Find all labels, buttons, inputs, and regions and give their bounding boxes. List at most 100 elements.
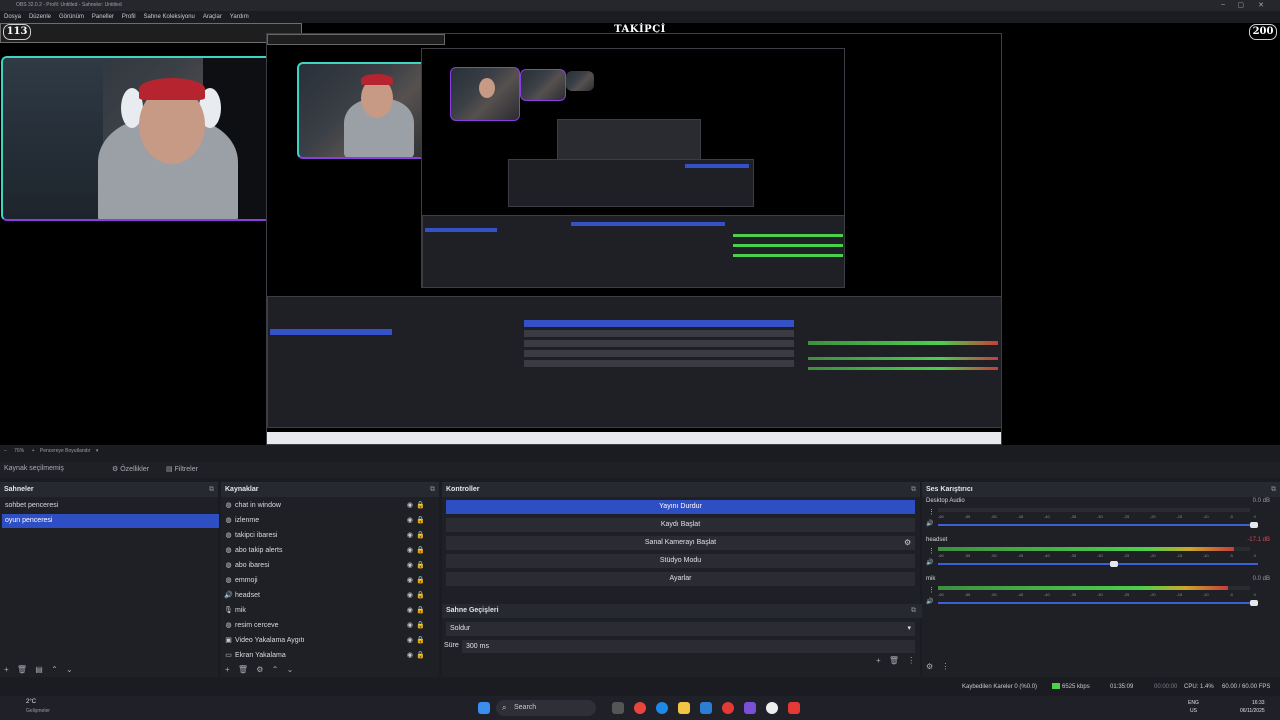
trash-icon[interactable]: 🗑 [238, 665, 248, 674]
lock-icon[interactable]: 🔒 [416, 589, 425, 603]
volume-slider[interactable] [938, 522, 1258, 528]
eye-icon[interactable]: ◉ [407, 589, 413, 603]
source-item[interactable]: ◍ chat in window ◉ 🔒 [223, 499, 437, 513]
scene-item[interactable]: sohbet penceresi [2, 499, 219, 513]
source-item[interactable]: ◍ resim cerceve ◉ 🔒 [223, 619, 437, 633]
gear-icon[interactable]: ⚙ [256, 665, 263, 674]
undock-icon[interactable]: ⧉ [209, 483, 214, 497]
lock-icon[interactable]: 🔒 [416, 514, 425, 528]
studio-mode-button[interactable]: Stüdyo Modu [446, 554, 915, 568]
eye-icon[interactable]: ◉ [407, 649, 413, 663]
zoom-in-icon[interactable]: + [32, 448, 35, 454]
mute-icon[interactable]: 🔊 [926, 559, 933, 566]
lock-icon[interactable]: 🔒 [416, 604, 425, 618]
scene-item-active[interactable]: oyun penceresi [2, 514, 219, 528]
filters-button[interactable]: ▤ Filtreler [166, 465, 198, 473]
arrow-down-icon[interactable]: ⌄ [287, 665, 294, 674]
source-item[interactable]: ◍ takipci ibaresi ◉ 🔒 [223, 529, 437, 543]
menu-edit[interactable]: Düzenle [29, 11, 51, 23]
source-item[interactable]: ◍ abo takip alerts ◉ 🔒 [223, 544, 437, 558]
chrome-icon[interactable] [634, 702, 646, 714]
channel-menu-icon[interactable]: ⋮ [928, 508, 935, 516]
start-icon[interactable] [478, 702, 490, 714]
source-item[interactable]: ▣ Video Yakalama Aygıtı ◉ 🔒 [223, 634, 437, 648]
add-icon[interactable]: + [4, 665, 9, 674]
lock-icon[interactable]: 🔒 [416, 529, 425, 543]
arrow-up-icon[interactable]: ⌃ [272, 665, 279, 674]
chevron-down-icon[interactable]: ▾ [96, 448, 99, 454]
lock-icon[interactable]: 🔒 [416, 649, 425, 663]
lock-icon[interactable]: 🔒 [416, 544, 425, 558]
menu-file[interactable]: Dosya [4, 11, 21, 23]
volume-slider-knob[interactable] [1250, 600, 1258, 606]
arrow-up-icon[interactable]: ⌃ [51, 665, 58, 674]
properties-button[interactable]: ⚙ Özellikler [112, 465, 149, 473]
lock-icon[interactable]: 🔒 [416, 499, 425, 513]
volume-slider-knob[interactable] [1250, 522, 1258, 528]
duration-input[interactable]: 300 ms [462, 640, 915, 653]
opera-icon[interactable] [722, 702, 734, 714]
undock-icon[interactable]: ⧉ [430, 483, 435, 497]
filter-icon[interactable]: ▤ [35, 665, 43, 674]
undock-icon[interactable]: ⧉ [1271, 483, 1276, 497]
lock-icon[interactable]: 🔒 [416, 634, 425, 648]
source-item[interactable]: 🎙 mik ◉ 🔒 [223, 604, 437, 618]
mixer-settings-icon[interactable]: ⚙ [926, 662, 933, 671]
volume-slider[interactable] [938, 561, 1258, 567]
task-view-icon[interactable] [612, 702, 624, 714]
mute-icon[interactable]: 🔊 [926, 520, 933, 527]
eye-icon[interactable]: ◉ [407, 574, 413, 588]
trash-icon[interactable]: 🗑 [889, 656, 899, 665]
language[interactable]: ENG [1188, 700, 1199, 706]
channel-menu-icon[interactable]: ⋮ [928, 547, 935, 555]
minimize-icon[interactable]: – [1221, 1, 1225, 8]
source-item[interactable]: ▭ Ekran Yakalama ◉ 🔒 [223, 649, 437, 663]
zoom-out-icon[interactable]: – [4, 448, 7, 454]
source-item[interactable]: ◍ abo ibaresi ◉ 🔒 [223, 559, 437, 573]
start-virtual-camera-button[interactable]: Sanal Kamerayı Başlat [446, 536, 915, 550]
more-icon[interactable]: ⋮ [941, 662, 949, 671]
volume-slider-knob[interactable] [1109, 561, 1118, 567]
channel-menu-icon[interactable]: ⋮ [928, 586, 935, 594]
menu-view[interactable]: Görünüm [59, 11, 84, 23]
menu-profile[interactable]: Profil [122, 11, 136, 23]
eye-icon[interactable]: ◉ [407, 634, 413, 648]
search-box[interactable]: ⌕ Search [496, 700, 596, 716]
lock-icon[interactable]: 🔒 [416, 619, 425, 633]
start-recording-button[interactable]: Kaydı Başlat [446, 518, 915, 532]
mute-icon[interactable]: 🔊 [926, 598, 933, 605]
stop-streaming-button[interactable]: Yayını Durdur [446, 500, 915, 514]
menu-help[interactable]: Yardım [230, 11, 249, 23]
obs-icon[interactable] [766, 702, 778, 714]
lock-icon[interactable]: 🔒 [416, 574, 425, 588]
add-icon[interactable]: + [225, 665, 230, 674]
eye-icon[interactable]: ◉ [407, 544, 413, 558]
scale-mode[interactable]: Pencereye Boyutlandır [40, 448, 91, 454]
maximize-icon[interactable]: ▢ [1237, 1, 1244, 9]
undock-icon[interactable]: ⧉ [911, 604, 916, 618]
close-icon[interactable]: ✕ [1258, 1, 1264, 9]
source-item[interactable]: ◍ izlenme ◉ 🔒 [223, 514, 437, 528]
clock-time[interactable]: 16:33 [1252, 700, 1265, 706]
menu-docks[interactable]: Paneller [92, 11, 114, 23]
eye-icon[interactable]: ◉ [407, 559, 413, 573]
source-item[interactable]: 🔊 headset ◉ 🔒 [223, 589, 437, 603]
folder-icon[interactable] [678, 702, 690, 714]
eye-icon[interactable]: ◉ [407, 529, 413, 543]
preview-canvas[interactable]: 113 TAKİPÇİ 200 [0, 23, 1280, 445]
eye-icon[interactable]: ◉ [407, 619, 413, 633]
more-icon[interactable]: ⋮ [907, 656, 915, 665]
gear-icon[interactable]: ⚙ [904, 538, 911, 547]
eye-icon[interactable]: ◉ [407, 514, 413, 528]
add-icon[interactable]: + [876, 656, 881, 665]
menu-scene-collection[interactable]: Sahne Koleksiyonu [144, 11, 195, 23]
app-icon[interactable] [788, 702, 800, 714]
lock-icon[interactable]: 🔒 [416, 559, 425, 573]
transition-select[interactable]: Soldur ▾ [446, 622, 915, 636]
menu-tools[interactable]: Araçlar [203, 11, 222, 23]
teams-icon[interactable] [744, 702, 756, 714]
source-item[interactable]: ◍ emmoji ◉ 🔒 [223, 574, 437, 588]
arrow-down-icon[interactable]: ⌄ [66, 665, 73, 674]
edge-icon[interactable] [656, 702, 668, 714]
eye-icon[interactable]: ◉ [407, 604, 413, 618]
